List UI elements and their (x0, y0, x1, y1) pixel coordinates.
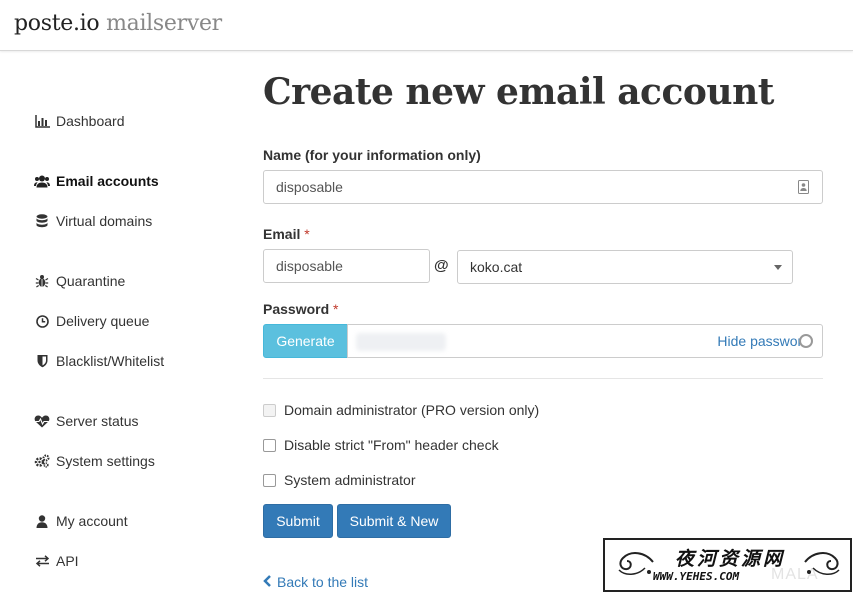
required-mark: * (333, 301, 339, 317)
checkbox-box[interactable] (263, 403, 276, 417)
password-value-obscured (356, 333, 446, 351)
sidebar-item-label: Email accounts (56, 173, 159, 189)
sidebar-item-label: Server status (56, 413, 139, 429)
email-label: Email * (263, 226, 310, 242)
cogs-icon (34, 454, 50, 468)
sidebar-item-email-accounts[interactable]: Email accounts (34, 173, 159, 189)
sidebar-item-label: System settings (56, 453, 155, 469)
checkbox-label: Disable strict "From" header check (284, 437, 499, 453)
heartbeat-icon (34, 414, 50, 428)
sidebar-item-label: Quarantine (56, 273, 126, 289)
sidebar-item-label: My account (56, 513, 128, 529)
back-to-list-link[interactable]: Back to the list (263, 574, 368, 590)
email-domain-select[interactable]: koko.cat (457, 250, 793, 284)
password-label: Password * (263, 301, 338, 317)
sidebar-item-blacklist-whitelist[interactable]: Blacklist/Whitelist (34, 353, 164, 369)
ornament-swirl-right (801, 548, 845, 584)
users-icon (34, 174, 50, 188)
watermark-url: WWW.YEHES.COM (653, 570, 740, 583)
shield-icon (34, 354, 50, 368)
checkbox-system-admin[interactable]: System administrator (263, 472, 415, 488)
email-local-input[interactable]: disposable (263, 249, 430, 283)
clock-icon (34, 314, 50, 328)
ornament-swirl-left (613, 548, 657, 584)
sidebar-item-dashboard[interactable]: Dashboard (34, 113, 125, 129)
email-label-text: Email (263, 226, 301, 242)
sidebar-item-my-account[interactable]: My account (34, 513, 128, 529)
sidebar-item-label: Virtual domains (56, 213, 153, 229)
page-title: Create new email account (263, 71, 774, 113)
watermark-title: 夜河资源网 (675, 548, 786, 570)
brand-name: poste.io (14, 11, 100, 36)
sidebar-item-label: Blacklist/Whitelist (56, 353, 165, 369)
sidebar-item-delivery-queue[interactable]: Delivery queue (34, 313, 149, 329)
checkbox-domain-admin[interactable]: Domain administrator (PRO version only) (263, 402, 539, 418)
checkbox-label: System administrator (284, 472, 416, 488)
name-input-value: disposable (276, 179, 343, 195)
contact-card-icon (798, 180, 809, 197)
sidebar-item-api[interactable]: API (34, 553, 79, 569)
top-bar: poste.io mailserver (0, 0, 853, 51)
exchange-icon (34, 554, 50, 568)
divider (263, 378, 823, 379)
sidebar-item-quarantine[interactable]: Quarantine (34, 273, 125, 289)
at-sign: @ (434, 257, 449, 274)
sidebar-item-system-settings[interactable]: System settings (34, 453, 155, 469)
submit-button[interactable]: Submit (263, 504, 333, 538)
password-label-text: Password (263, 301, 330, 317)
back-to-list-label: Back to the list (277, 574, 369, 590)
sidebar-item-label: API (56, 553, 79, 569)
name-label-text: Name (for your information only) (263, 147, 481, 163)
hide-password-link[interactable]: Hide password (717, 333, 810, 349)
password-input[interactable]: Hide password (347, 324, 823, 358)
bug-icon (34, 274, 50, 288)
sidebar-item-label: Delivery queue (56, 313, 150, 329)
chevron-down-icon (774, 265, 782, 270)
sidebar-item-server-status[interactable]: Server status (34, 413, 138, 429)
name-input[interactable]: disposable (263, 170, 823, 204)
bar-chart-icon (34, 114, 50, 128)
name-label: Name (for your information only) (263, 147, 481, 163)
brand-sub: mailserver (106, 11, 222, 36)
required-mark: * (304, 226, 310, 242)
checkbox-label: Domain administrator (PRO version only) (284, 402, 540, 418)
generate-button[interactable]: Generate (263, 324, 348, 358)
user-icon (34, 514, 50, 528)
checkbox-box[interactable] (263, 438, 276, 452)
watermark-stamp: 夜河资源网 WWW.YEHES.COM MALA (603, 538, 852, 592)
sidebar-item-label: Dashboard (56, 113, 125, 129)
email-local-value: disposable (276, 258, 343, 274)
chevron-left-icon (263, 574, 272, 590)
brand-logo[interactable]: poste.io mailserver (14, 11, 222, 36)
database-icon (34, 214, 50, 228)
password-manager-icon[interactable] (799, 334, 813, 348)
checkbox-box[interactable] (263, 473, 276, 487)
sidebar-item-virtual-domains[interactable]: Virtual domains (34, 213, 152, 229)
checkbox-disable-strict-from[interactable]: Disable strict "From" header check (263, 437, 499, 453)
email-domain-value: koko.cat (470, 259, 523, 275)
submit-and-new-button[interactable]: Submit & New (337, 504, 451, 538)
